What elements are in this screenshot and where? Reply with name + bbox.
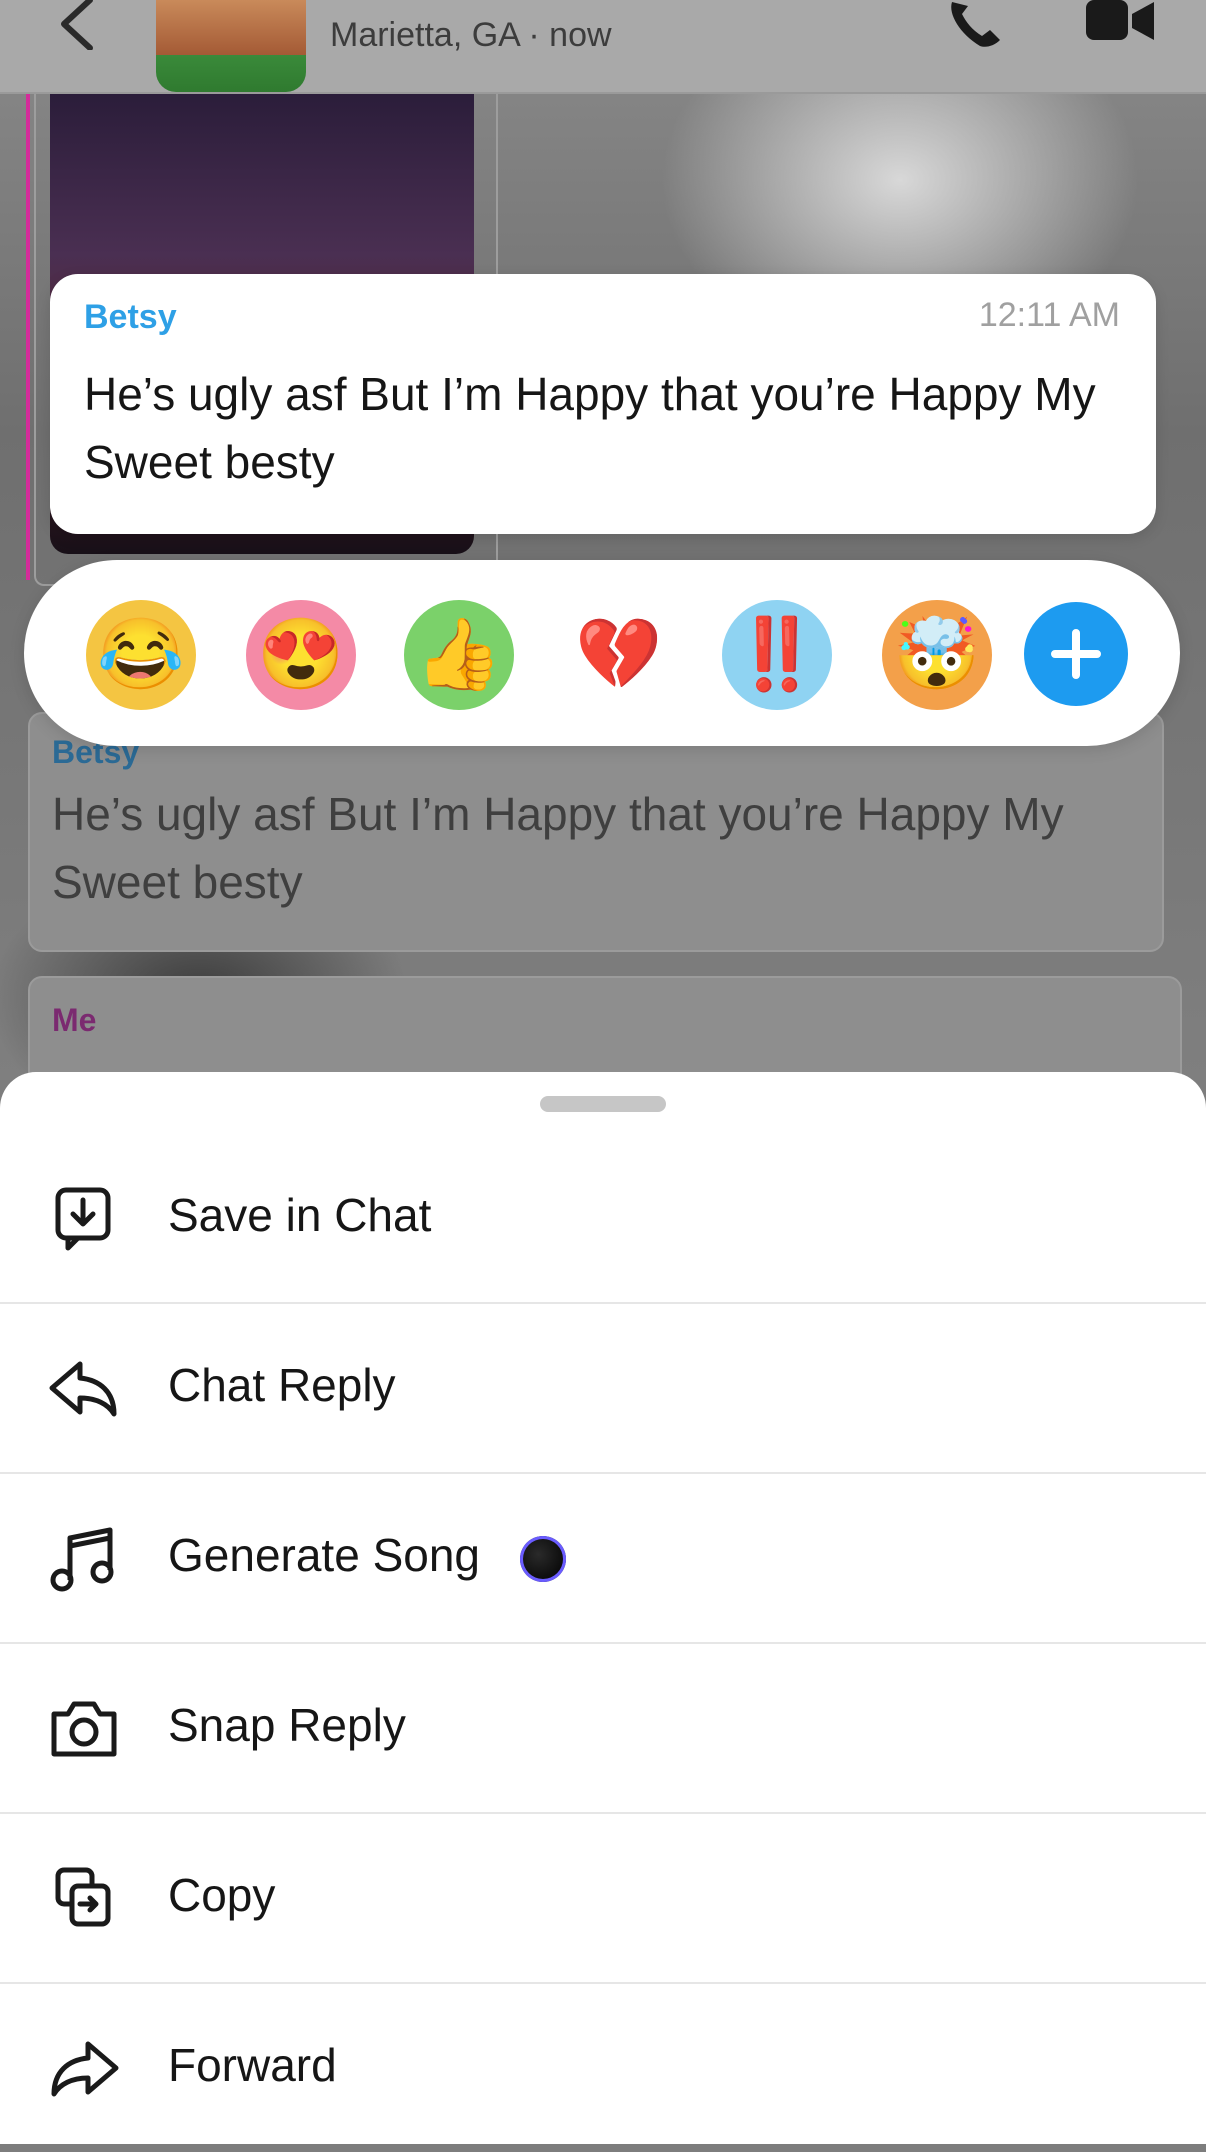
reply-icon [49, 1361, 117, 1417]
copy-icon [55, 1867, 111, 1927]
message-text: He’s ugly asf But I’m Happy that you’re … [84, 368, 1096, 488]
menu-item-copy[interactable]: Copy [0, 1812, 1206, 1984]
menu-item-label: Chat Reply [168, 1359, 396, 1411]
reaction-bar: 😂 😍 👍 💔 ‼️ 🤯 [24, 560, 1180, 746]
reaction-heart-bitmoji[interactable]: 😍 [246, 600, 356, 710]
menu-item-label: Save in Chat [168, 1189, 432, 1241]
menu-item-label: Copy [168, 1869, 276, 1921]
menu-item-generate-song[interactable]: Generate Song [0, 1472, 1206, 1644]
reaction-glyph: 🤯 [893, 615, 981, 693]
avatar[interactable] [156, 0, 306, 92]
more-reactions-button[interactable] [1024, 602, 1128, 706]
message-sender: Me [52, 1002, 97, 1038]
save-in-chat-icon [55, 1187, 111, 1251]
call-icon[interactable] [946, 0, 1006, 50]
action-sheet: Save in Chat Chat Reply Generate Song Sn… [0, 1072, 1206, 2144]
message-time: 12:11 AM [978, 296, 1120, 334]
reaction-thumbs-up-bitmoji[interactable]: 👍 [404, 600, 514, 710]
media-message-accent [26, 94, 30, 580]
ai-sparkle-icon [520, 1536, 566, 1582]
music-note-icon [50, 1527, 114, 1592]
reaction-glyph: 👍 [415, 615, 503, 693]
chat-subtitle: Marietta, GA · now [330, 16, 612, 54]
message-text: He’s ugly asf But I’m Happy that you’re … [52, 788, 1064, 908]
menu-item-label: Forward [168, 2039, 337, 2091]
menu-item-snap-reply[interactable]: Snap Reply [0, 1642, 1206, 1814]
reaction-exclamation-bitmoji[interactable]: ‼️ [722, 600, 832, 710]
focused-message[interactable]: Betsy 12:11 AM He’s ugly asf But I’m Hap… [50, 274, 1156, 534]
reaction-mind-blown-bitmoji[interactable]: 🤯 [882, 600, 992, 710]
menu-item-save-in-chat[interactable]: Save in Chat [0, 1132, 1206, 1304]
forward-icon [51, 2041, 119, 2097]
reaction-broken-heart[interactable]: 💔 [564, 600, 674, 710]
reaction-glyph: ‼️ [733, 615, 821, 693]
camera-icon [51, 1701, 117, 1757]
menu-item-chat-reply[interactable]: Chat Reply [0, 1302, 1206, 1474]
sheet-handle[interactable] [540, 1096, 666, 1112]
menu-item-label: Generate Song [168, 1529, 481, 1581]
video-call-icon[interactable] [1086, 0, 1156, 44]
menu-item-label: Snap Reply [168, 1699, 406, 1751]
plus-icon [1051, 629, 1101, 679]
background-message[interactable]: Betsy He’s ugly asf But I’m Happy that y… [28, 712, 1164, 952]
reaction-glyph: 😂 [97, 615, 185, 693]
back-icon[interactable] [50, 0, 100, 50]
message-sender: Betsy [84, 298, 177, 336]
reaction-laughing-crying-bitmoji[interactable]: 😂 [86, 600, 196, 710]
reaction-glyph: 😍 [257, 615, 345, 693]
menu-item-forward[interactable]: Forward [0, 1982, 1206, 2152]
chat-header: Marietta, GA · now [0, 0, 1206, 94]
reaction-glyph: 💔 [575, 615, 663, 693]
